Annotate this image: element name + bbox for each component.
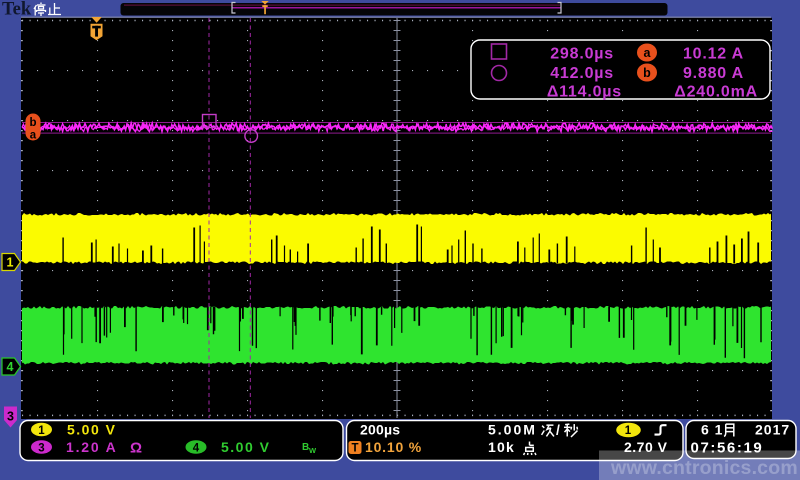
svg-text:T: T	[351, 443, 358, 455]
svg-text:9.880 A: 9.880 A	[683, 65, 744, 82]
svg-text:6 1: 6 1	[701, 422, 723, 438]
svg-text:3: 3	[7, 410, 14, 424]
svg-text:Δ240.0mA: Δ240.0mA	[674, 84, 758, 101]
svg-text:1.20 A: 1.20 A	[66, 439, 118, 455]
svg-text:b: b	[643, 66, 651, 80]
svg-text:3: 3	[38, 443, 44, 455]
svg-text:1: 1	[7, 256, 14, 270]
svg-text:1: 1	[38, 425, 45, 437]
svg-text:a: a	[644, 46, 652, 60]
svg-text:/: /	[556, 422, 561, 438]
svg-text:2017: 2017	[755, 422, 790, 438]
svg-text:Δ114.0µs: Δ114.0µs	[547, 84, 622, 101]
svg-text:5.00 V: 5.00 V	[221, 439, 270, 455]
svg-text:5.00 V: 5.00 V	[67, 422, 116, 438]
svg-text:412.0µs: 412.0µs	[550, 65, 614, 82]
svg-text:4: 4	[7, 360, 14, 374]
svg-text:298.0µs: 298.0µs	[550, 46, 614, 63]
svg-text:a: a	[30, 130, 37, 142]
svg-text:b: b	[29, 117, 36, 129]
svg-text:10.12 A: 10.12 A	[683, 46, 744, 63]
svg-text:200µs: 200µs	[360, 422, 400, 438]
svg-text:W: W	[309, 446, 317, 455]
svg-text:www.cntronics.com: www.cntronics.com	[610, 457, 798, 479]
svg-text:10.10 %: 10.10 %	[365, 439, 422, 455]
svg-text:10k: 10k	[488, 439, 515, 455]
svg-text:Tek: Tek	[2, 0, 32, 20]
svg-text:Ω: Ω	[130, 440, 142, 457]
svg-text:4: 4	[193, 443, 200, 455]
svg-text:1: 1	[625, 425, 632, 437]
svg-text:5.00M: 5.00M	[488, 422, 537, 438]
